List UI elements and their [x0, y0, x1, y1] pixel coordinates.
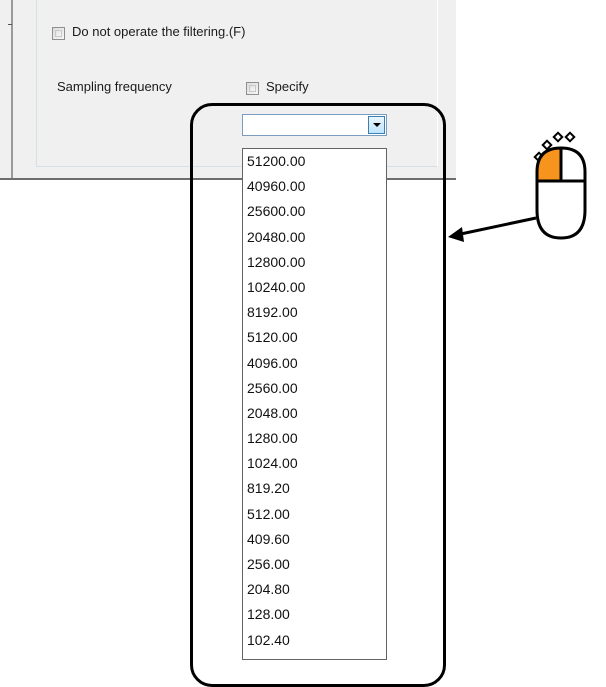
specify-label[interactable]: Specify [266, 79, 309, 94]
sampling-frequency-label: Sampling frequency [57, 79, 172, 94]
no-filter-checkbox[interactable] [52, 27, 65, 40]
specify-checkbox[interactable] [246, 82, 259, 95]
no-filter-label[interactable]: Do not operate the filtering.(F) [72, 24, 245, 39]
panel-frame-edge [11, 0, 13, 178]
pointer-arrow-icon [448, 216, 537, 242]
panel-frame-tick [8, 24, 12, 25]
mouse-click-icon [533, 131, 587, 240]
highlight-callout [190, 103, 446, 687]
